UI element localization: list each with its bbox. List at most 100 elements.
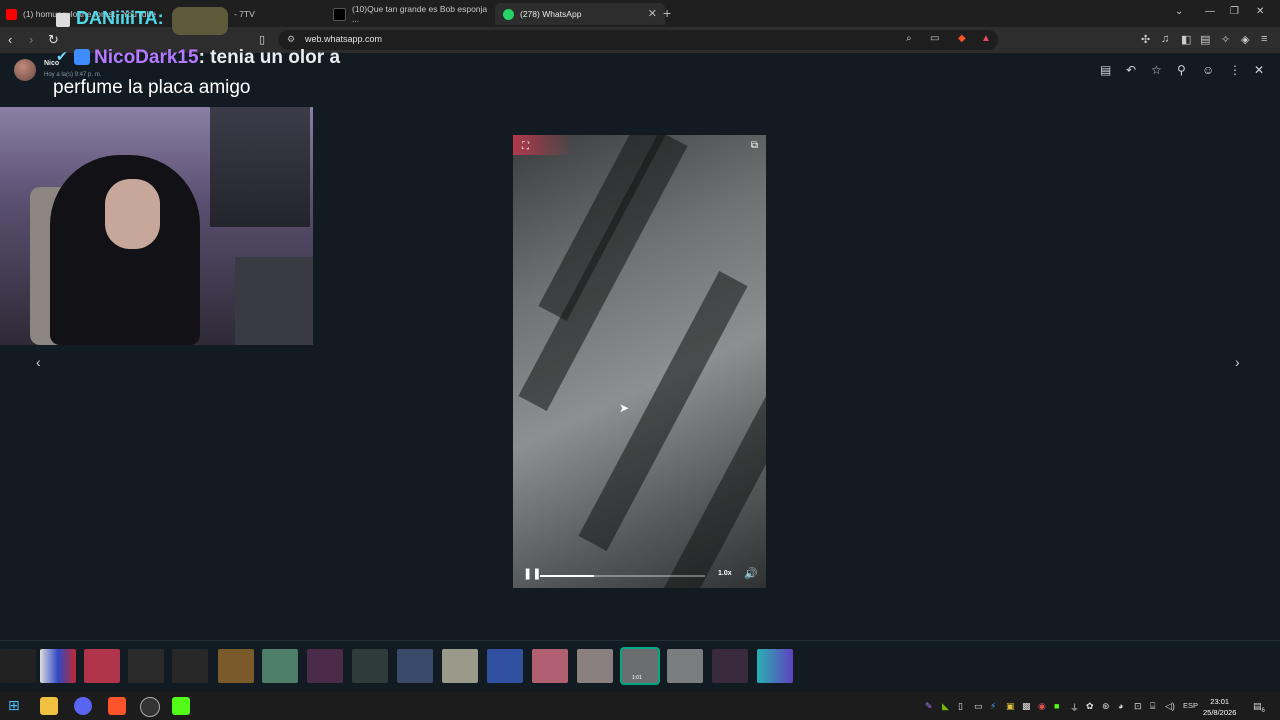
media-thumbnail[interactable]: [0, 649, 36, 683]
tray-icon[interactable]: ⚡: [990, 701, 996, 712]
video-frame-shadow: [518, 135, 688, 411]
tab-suffix-label: - 7TV: [234, 9, 255, 19]
notifications-icon[interactable]: ▤6: [1253, 701, 1265, 714]
speaker-icon[interactable]: ◁): [1165, 701, 1175, 712]
media-icon[interactable]: ♫: [1161, 33, 1169, 45]
media-thumbnail[interactable]: [84, 649, 120, 683]
media-thumbnail-selected[interactable]: 1:01: [620, 647, 660, 685]
site-info-icon[interactable]: ⚙: [287, 34, 295, 45]
bookmark-icon[interactable]: ▯: [259, 33, 265, 46]
overlay-chat-user2: NicoDark15: [94, 47, 199, 68]
tray-icon[interactable]: ▩: [1022, 701, 1031, 712]
brave-shields-icon[interactable]: ◆: [958, 33, 966, 44]
windows-start-icon[interactable]: ⊞: [8, 697, 26, 715]
media-thumbnail[interactable]: [352, 649, 388, 683]
pin-icon[interactable]: ⚲: [1177, 63, 1186, 77]
new-tab-button[interactable]: +: [663, 5, 671, 21]
reply-icon[interactable]: ↶: [1126, 63, 1136, 77]
tray-icon[interactable]: ▯: [958, 701, 963, 712]
avatar[interactable]: [14, 59, 36, 81]
more-options-icon[interactable]: ⋮: [1229, 63, 1241, 77]
video-player[interactable]: ⛶ ⧉ ❚❚ 1.0x 🔊: [513, 135, 766, 588]
obs-icon[interactable]: [140, 697, 160, 717]
desk: [235, 257, 313, 345]
sidebar-icon[interactable]: ◧: [1181, 33, 1191, 46]
tray-icon[interactable]: ◉: [1038, 701, 1046, 712]
media-thumbnail[interactable]: [40, 649, 76, 683]
tab-whatsapp[interactable]: (278) WhatsApp ✕: [495, 3, 665, 25]
popout-icon[interactable]: ⧉: [751, 140, 758, 151]
media-thumbnail[interactable]: [172, 649, 208, 683]
tray-icon[interactable]: ✎: [925, 701, 933, 712]
star-icon[interactable]: ☆: [1151, 63, 1162, 77]
media-thumbnail[interactable]: [128, 649, 164, 683]
cast-icon[interactable]: ▭: [930, 33, 939, 44]
network-icon[interactable]: ⌸: [1150, 701, 1155, 712]
minimize-icon[interactable]: —: [1205, 6, 1215, 17]
react-icon[interactable]: ☺: [1202, 63, 1214, 77]
language-indicator[interactable]: ESP: [1183, 701, 1198, 710]
tab-youtube[interactable]: (1) homunculo the forest - YouTube: [6, 3, 324, 25]
tab-search-icon[interactable]: ⌄: [1175, 6, 1183, 17]
tray-icon[interactable]: ▣: [1006, 701, 1015, 712]
go-to-message-icon[interactable]: ▤: [1100, 63, 1111, 77]
vpn-icon[interactable]: ◈: [1241, 33, 1249, 46]
wallet-icon[interactable]: ▤: [1200, 33, 1210, 46]
tray-icon[interactable]: ⊛: [1102, 701, 1110, 712]
media-thumbnail[interactable]: [262, 649, 298, 683]
media-thumbnail[interactable]: [577, 649, 613, 683]
close-window-icon[interactable]: ✕: [1256, 6, 1264, 17]
tab-label: (10)Que tan grande es Bob esponja ...: [352, 4, 488, 24]
menu-icon[interactable]: ≡: [1261, 33, 1267, 45]
leo-icon[interactable]: ✧: [1221, 33, 1230, 46]
nvidia-icon[interactable]: ◣: [942, 701, 949, 712]
forward-icon[interactable]: ›: [29, 32, 33, 47]
media-thumbnail[interactable]: [218, 649, 254, 683]
tray-icon[interactable]: ✿: [1086, 701, 1094, 712]
tab-label: (278) WhatsApp: [520, 9, 582, 19]
close-tab-icon[interactable]: ✕: [648, 7, 657, 20]
media-thumbnail[interactable]: [757, 649, 793, 683]
progress-bar[interactable]: [540, 575, 705, 577]
media-thumbnail[interactable]: [532, 649, 568, 683]
back-icon[interactable]: ‹: [8, 32, 12, 47]
brave-rewards-icon[interactable]: ▲: [981, 33, 991, 44]
tray-icon[interactable]: ⊡: [1134, 701, 1142, 712]
close-viewer-icon[interactable]: ✕: [1254, 63, 1264, 77]
address-bar[interactable]: ⚙ web.whatsapp.com ⌕ ▭ ◆ ▲: [278, 30, 998, 50]
video-controls: ❚❚ 1.0x 🔊: [513, 562, 766, 588]
reload-icon[interactable]: ↻: [48, 32, 59, 48]
whatsapp-icon: [503, 8, 514, 20]
mouse-cursor-icon: ➤: [619, 401, 630, 415]
brave-browser-icon[interactable]: [108, 697, 126, 715]
media-thumbnail[interactable]: [712, 649, 748, 683]
discord-icon[interactable]: [74, 697, 92, 715]
previous-media-icon[interactable]: ‹: [36, 354, 41, 370]
zoom-icon[interactable]: ⌕: [906, 33, 912, 44]
discord-tray-icon[interactable]: ◕: [1118, 701, 1123, 711]
next-media-icon[interactable]: ›: [1235, 354, 1240, 370]
extensions-icon[interactable]: ✣: [1141, 33, 1150, 46]
tray-icon[interactable]: ▭: [974, 701, 983, 712]
kick-tray-icon[interactable]: ■: [1054, 701, 1059, 711]
fullscreen-icon[interactable]: ⛶: [522, 141, 529, 152]
kick-icon[interactable]: [172, 697, 190, 715]
emote-image: [172, 7, 228, 35]
media-thumbnail[interactable]: [397, 649, 433, 683]
system-clock[interactable]: 23:01 25/8/2026: [1203, 696, 1236, 718]
windows-taskbar: ⊞ ✎ ◣ ▯ ▭ ⚡ ▣ ▩ ◉ ■ ⏚ ✿ ⊛ ◕ ⊡ ⌸ ◁) ESP 2…: [0, 692, 1280, 720]
media-thumbnail[interactable]: [487, 649, 523, 683]
media-thumbnail[interactable]: [307, 649, 343, 683]
tab-tiktok[interactable]: (10)Que tan grande es Bob esponja ...: [333, 3, 493, 25]
volume-icon[interactable]: 🔊: [744, 567, 758, 580]
media-thumbnail[interactable]: [667, 649, 703, 683]
maximize-icon[interactable]: ❐: [1230, 6, 1239, 17]
pause-icon[interactable]: ❚❚: [523, 567, 541, 580]
file-explorer-icon[interactable]: [40, 697, 58, 715]
playback-speed[interactable]: 1.0x: [718, 570, 732, 577]
window-background: [210, 107, 310, 227]
media-thumbnail[interactable]: [442, 649, 478, 683]
microphone-icon[interactable]: ⏚: [1070, 701, 1079, 714]
overlay-chat-message: : tenia un olor a: [198, 47, 341, 68]
webcam-overlay: [0, 107, 313, 345]
